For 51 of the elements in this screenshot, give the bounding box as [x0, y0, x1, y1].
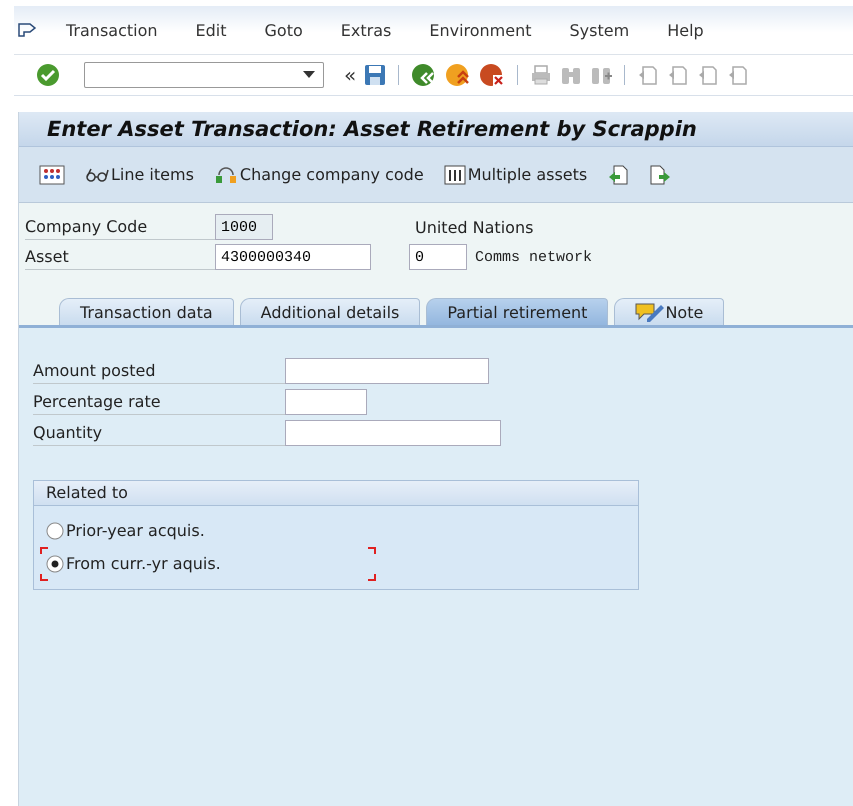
tab[interactable]: Partial retirement: [426, 298, 608, 325]
menu-item[interactable]: Edit: [196, 20, 227, 40]
cancel-icon[interactable]: [479, 63, 506, 87]
menu-item[interactable]: Goto: [264, 20, 303, 40]
exit-icon[interactable]: [445, 63, 472, 87]
print-icon: [530, 64, 552, 86]
dropdown-icon[interactable]: [303, 71, 315, 79]
save-icon[interactable]: [364, 64, 386, 86]
menu-item[interactable]: Extras: [340, 20, 392, 40]
menu-item[interactable]: Transaction: [66, 20, 158, 40]
page-nav-icon: [637, 64, 660, 86]
screen-title: Enter Asset Transaction: Asset Retirement by Scrappin: [47, 117, 697, 141]
toolbar-button[interactable]: Multiple assets: [442, 162, 590, 186]
check-icon[interactable]: [36, 63, 60, 87]
input-field[interactable]: [285, 389, 367, 415]
asset-field[interactable]: 4300000340: [215, 244, 371, 270]
page-nav-icon: [727, 64, 750, 86]
group-title: Related to: [46, 483, 128, 502]
next-page-icon: [649, 164, 672, 186]
toolbar-button[interactable]: Line items: [83, 163, 196, 186]
field-label: Amount posted: [33, 358, 285, 384]
sub-number-field[interactable]: 0: [409, 244, 467, 270]
radio-option[interactable]: From curr.-yr aquis.: [46, 554, 221, 573]
columns-icon: [444, 164, 466, 184]
page-nav-icon: [667, 64, 690, 86]
input-field[interactable]: [285, 358, 489, 384]
company-code-field[interactable]: 1000: [215, 214, 273, 240]
toolbar-button[interactable]: Change company code: [212, 162, 426, 186]
input-field[interactable]: [285, 420, 501, 446]
collapse-icon[interactable]: «: [344, 63, 356, 87]
page-nav-icon: [697, 64, 720, 86]
radio-button[interactable]: [46, 522, 64, 540]
menu-item[interactable]: System: [570, 20, 630, 40]
tab[interactable]: Additional details: [240, 298, 420, 325]
previous-page-icon: [607, 164, 630, 186]
menu-item[interactable]: Help: [667, 20, 704, 40]
field-label: Quantity: [33, 420, 285, 446]
glasses-icon: [85, 166, 109, 182]
command-field[interactable]: [84, 62, 324, 88]
menu-icon[interactable]: [18, 23, 36, 37]
company-name: United Nations: [415, 218, 534, 236]
toolbar-icon-button[interactable]: [37, 162, 67, 186]
radio-button[interactable]: [46, 554, 64, 572]
abacus-icon: [39, 164, 65, 184]
tab[interactable]: Note: [614, 298, 724, 325]
menu-item[interactable]: Environment: [429, 20, 532, 40]
asset-description: Comms network: [475, 248, 592, 266]
radio-option[interactable]: Prior-year acquis.: [46, 521, 205, 540]
field-label: Percentage rate: [33, 390, 285, 414]
switch-icon: [214, 164, 238, 184]
tab[interactable]: Transaction data: [59, 298, 234, 325]
